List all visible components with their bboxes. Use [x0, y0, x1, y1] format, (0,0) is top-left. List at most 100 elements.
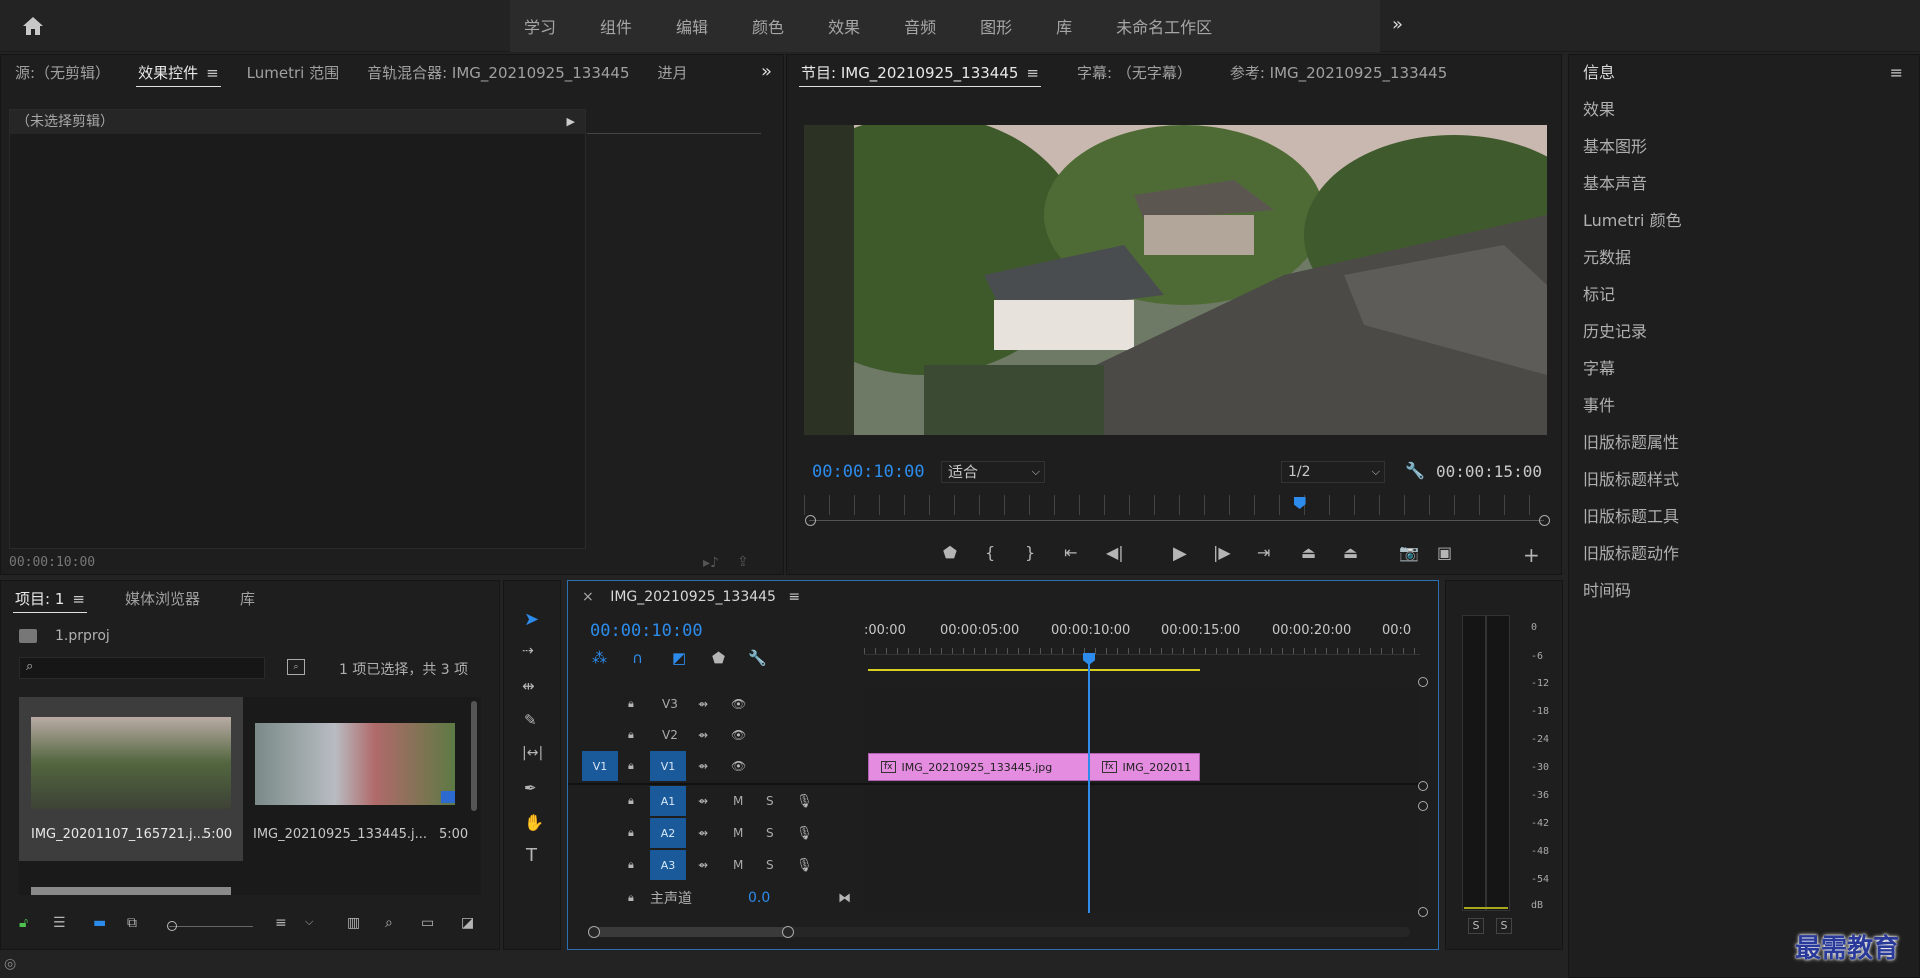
new-bin-icon[interactable]: ▭	[421, 915, 434, 931]
eye-icon[interactable]: 👁︎	[731, 759, 746, 773]
pen-tool-icon[interactable]: ✒	[524, 779, 537, 797]
video-clip[interactable]: fx IMG_20210925_133445.jpg	[868, 753, 1089, 781]
timeline-tab[interactable]: × IMG_20210925_133445 ≡	[582, 589, 800, 605]
workspace-tab-libraries[interactable]: 库	[1034, 14, 1094, 38]
panel-item-essential-sound[interactable]: 基本声音	[1569, 165, 1919, 202]
selection-tool-icon[interactable]: ➤	[524, 609, 539, 630]
project-item-partial[interactable]	[31, 887, 231, 895]
tab-project[interactable]: 项目: 1 ≡	[1, 581, 99, 617]
workspace-tab-editing[interactable]: 编辑	[654, 14, 730, 38]
camera-icon[interactable]: 📷	[1399, 543, 1419, 562]
snap-icon[interactable]: ∩	[632, 649, 643, 667]
find-icon[interactable]: ⌕	[385, 915, 393, 931]
find-bin-icon[interactable]: ⌕	[287, 659, 305, 675]
solo-button[interactable]: S	[766, 858, 774, 872]
program-current-timecode[interactable]: 00:00:10:00	[812, 462, 925, 482]
tab-reference[interactable]: 参考: IMG_20210925_133445	[1216, 55, 1461, 91]
panel-menu-icon[interactable]: ≡	[206, 55, 219, 91]
go-to-edit-point-icon[interactable]: ⧓	[838, 891, 851, 906]
vertical-zoom-handle[interactable]	[1418, 907, 1428, 917]
track-target-v1[interactable]: V1	[650, 751, 686, 781]
timeline-ruler[interactable]: :00:00 00:00:05:00 00:00:10:00 00:00:15:…	[864, 617, 1420, 655]
tab-libraries[interactable]: 库	[226, 581, 269, 617]
vertical-zoom-handle[interactable]	[1418, 781, 1428, 791]
lock-icon[interactable]: 🔒︎	[628, 891, 634, 905]
wrench-icon[interactable]: 🔧	[748, 649, 767, 667]
track-target-a2[interactable]: A2	[650, 818, 686, 848]
hand-tool-icon[interactable]: ✋	[524, 813, 544, 832]
track-target-a1[interactable]: A1	[650, 786, 686, 816]
panel-menu-icon[interactable]: ≡	[1026, 55, 1039, 91]
lock-icon[interactable]: 🔓︎	[19, 915, 28, 931]
workspace-tab-effects[interactable]: 效果	[806, 14, 882, 38]
program-mini-ruler[interactable]	[804, 495, 1547, 515]
zoom-slider-handle[interactable]	[167, 921, 177, 931]
tab-audio-track-mixer[interactable]: 音轨混合器: IMG_20210925_133445	[353, 55, 643, 91]
sort-icon[interactable]: ≡	[275, 915, 287, 931]
vertical-zoom-handle[interactable]	[1418, 801, 1428, 811]
panel-item-legacy-title-styles[interactable]: 旧版标题样式	[1569, 461, 1919, 498]
timeline-playhead[interactable]	[1083, 653, 1095, 913]
workspace-tab-assembly[interactable]: 组件	[578, 14, 654, 38]
mute-button[interactable]: M	[733, 794, 743, 808]
lock-icon[interactable]: 🔒︎	[628, 697, 634, 711]
panel-item-lumetri-color[interactable]: Lumetri 颜色	[1569, 202, 1919, 239]
linked-selection-icon[interactable]: ◩	[672, 649, 686, 667]
track-target-a3[interactable]: A3	[650, 850, 686, 880]
timeline-zoom-scrollbar[interactable]	[588, 926, 1410, 938]
panel-item-history[interactable]: 历史记录	[1569, 313, 1919, 350]
sync-lock-icon[interactable]: ⇴	[698, 826, 708, 840]
creative-cloud-icon[interactable]: ◎	[4, 956, 16, 972]
mark-out-icon[interactable]: }	[1025, 543, 1035, 562]
panel-item-legacy-title-tools[interactable]: 旧版标题工具	[1569, 498, 1919, 535]
nest-icon[interactable]: ⁂	[592, 649, 607, 667]
lock-icon[interactable]: 🔒︎	[628, 858, 634, 872]
tab-progress[interactable]: 进月	[644, 55, 702, 91]
panel-item-legacy-title-properties[interactable]: 旧版标题属性	[1569, 424, 1919, 461]
panel-item-events[interactable]: 事件	[1569, 387, 1919, 424]
zoom-handle-right[interactable]	[782, 926, 794, 938]
sync-lock-icon[interactable]: ⇴	[698, 697, 708, 711]
go-to-out-icon[interactable]: ⇥	[1257, 543, 1270, 562]
button-editor-icon[interactable]: +	[1523, 543, 1540, 567]
sync-lock-icon[interactable]: ⇴	[698, 794, 708, 808]
solo-button[interactable]: S	[766, 794, 774, 808]
video-clip[interactable]: fx IMG_202011	[1089, 753, 1200, 781]
workspace-tab-graphics[interactable]: 图形	[958, 14, 1034, 38]
panel-item-essential-graphics[interactable]: 基本图形	[1569, 128, 1919, 165]
panel-item-effects[interactable]: 效果	[1569, 91, 1919, 128]
lock-icon[interactable]: 🔒︎	[628, 728, 634, 742]
panel-item-captions[interactable]: 字幕	[1569, 350, 1919, 387]
lock-icon[interactable]: 🔒︎	[628, 826, 634, 840]
meter-solo-button[interactable]: S	[1496, 918, 1512, 934]
panel-item-timecode[interactable]: 时间码	[1569, 572, 1919, 609]
panel-menu-icon[interactable]: ≡	[788, 589, 800, 605]
lift-icon[interactable]: ⏏	[1301, 543, 1316, 562]
solo-button[interactable]: S	[766, 826, 774, 840]
export-icon[interactable]: ⇪	[737, 554, 749, 570]
program-video-frame[interactable]	[804, 125, 1547, 435]
icon-view-icon[interactable]: ▬	[93, 915, 106, 931]
close-icon[interactable]: ×	[582, 589, 594, 605]
program-scrollbar[interactable]	[809, 520, 1544, 521]
work-area-bar[interactable]	[868, 669, 1200, 671]
freeform-view-icon[interactable]: ⧉	[127, 915, 137, 931]
tab-effect-controls[interactable]: 效果控件 ≡	[124, 55, 233, 91]
lock-icon[interactable]: 🔒︎	[628, 794, 634, 808]
scroll-handle-right[interactable]	[1539, 515, 1550, 526]
microphone-icon[interactable]: 🎙︎	[796, 826, 813, 841]
tab-lumetri-scopes[interactable]: Lumetri 范围	[233, 55, 353, 91]
ripple-edit-tool-icon[interactable]: ⇹	[522, 677, 535, 695]
tab-program[interactable]: 节目: IMG_20210925_133445 ≡	[787, 55, 1053, 91]
list-view-icon[interactable]: ☰	[53, 915, 66, 931]
source-patch-v1[interactable]: V1	[582, 751, 618, 781]
meter-solo-button[interactable]: S	[1468, 918, 1484, 934]
mute-button[interactable]: M	[733, 826, 743, 840]
workspace-tab-learn[interactable]: 学习	[510, 14, 578, 38]
expand-triangle-icon[interactable]: ▶	[567, 110, 575, 134]
tab-captions[interactable]: 字幕: （无字幕）	[1063, 55, 1206, 91]
zoom-handle-left[interactable]	[588, 926, 600, 938]
tab-media-browser[interactable]: 媒体浏览器	[111, 581, 214, 617]
new-item-icon[interactable]: ◪	[461, 915, 474, 931]
step-forward-icon[interactable]: |▶	[1213, 543, 1231, 562]
